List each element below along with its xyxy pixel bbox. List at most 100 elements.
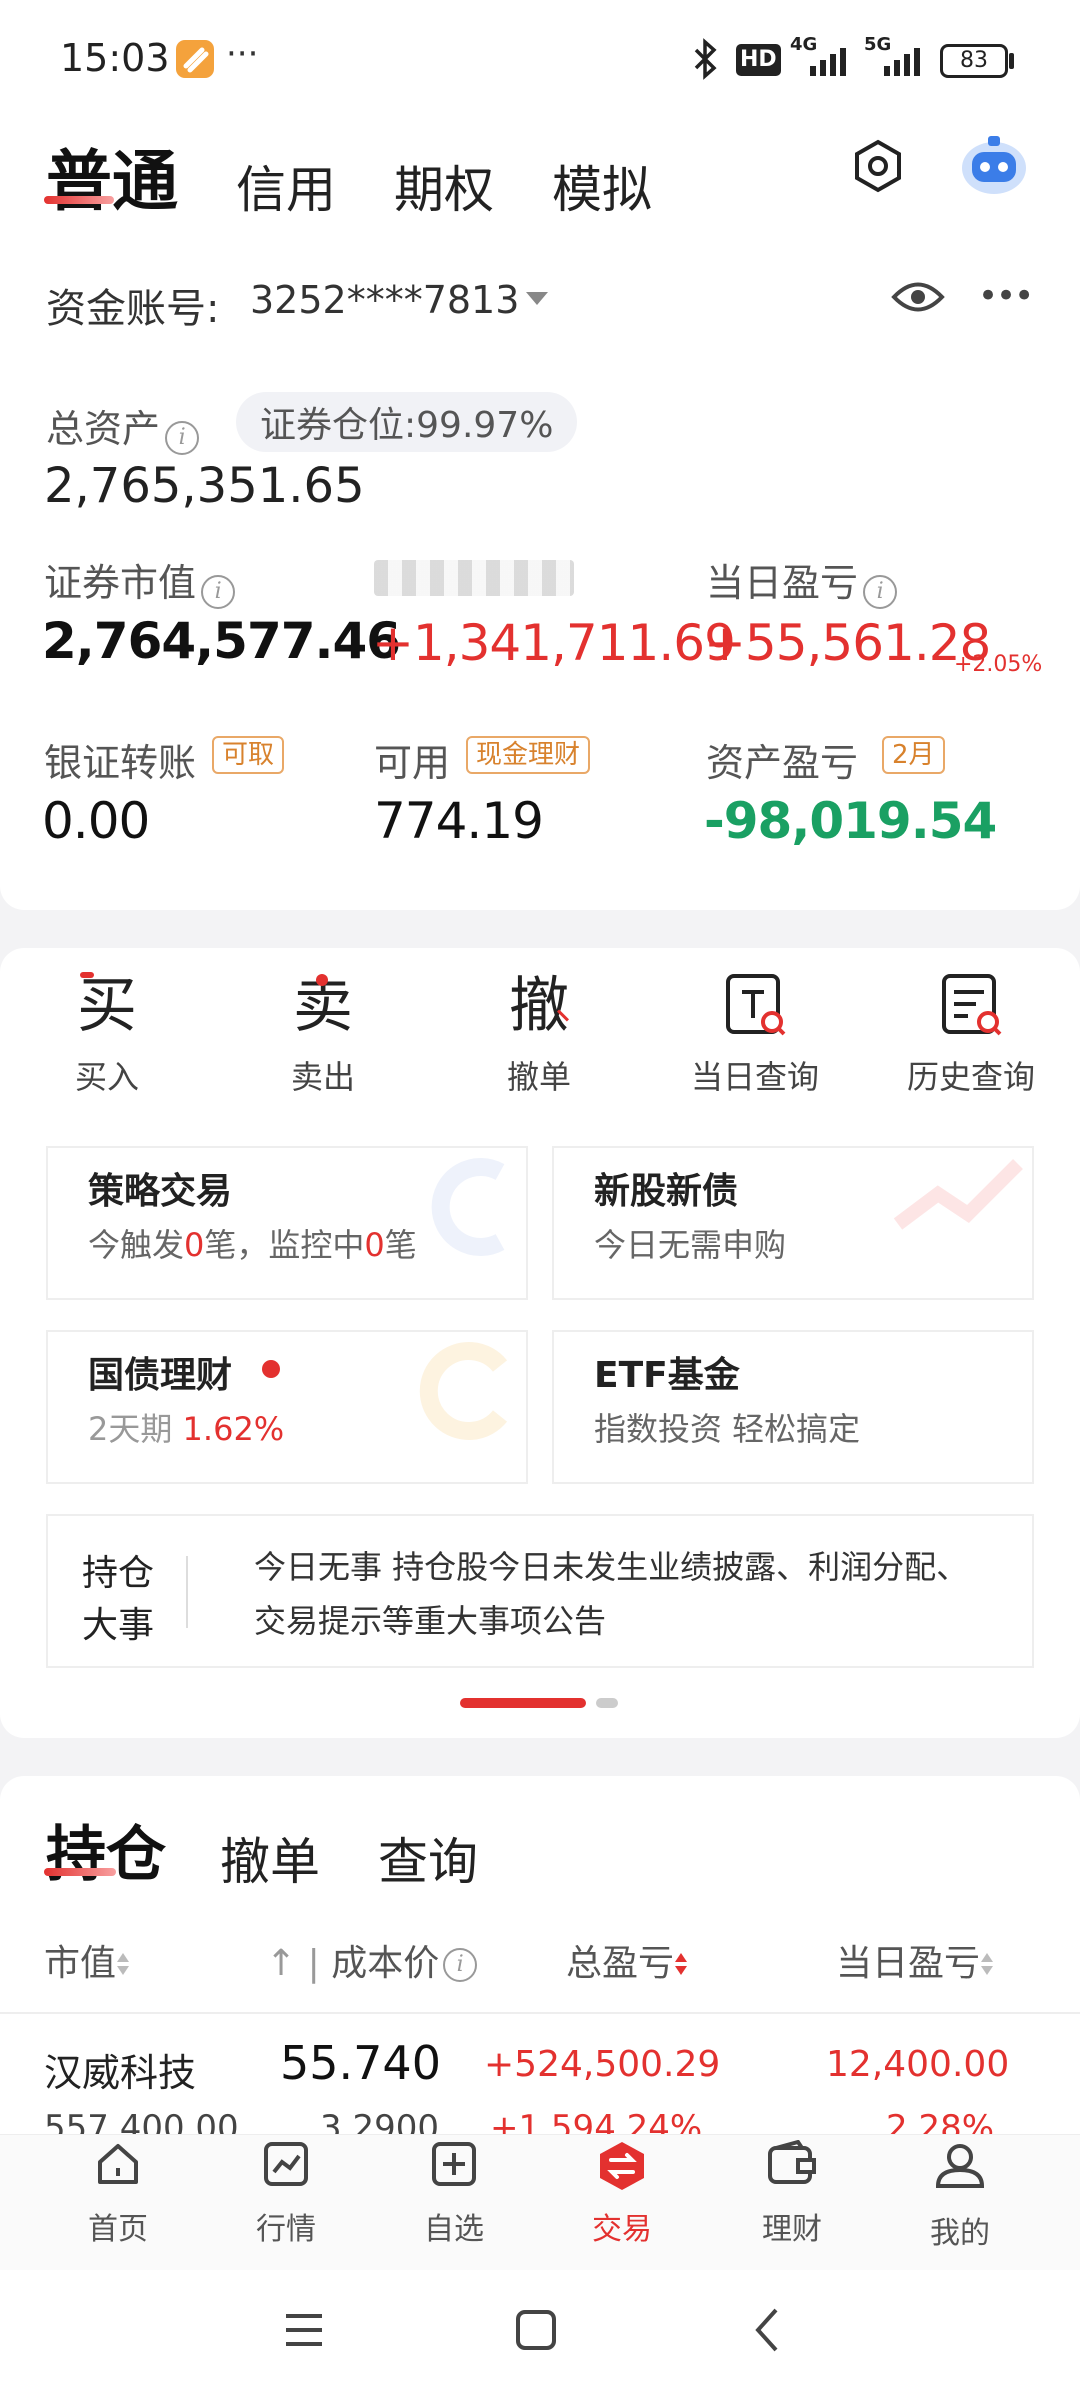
asset-pl-month-tag[interactable]: 2月: [882, 736, 945, 774]
daily-pl-label-text: 当日盈亏: [706, 561, 859, 605]
events-title-line2: 大事: [82, 1605, 155, 1646]
holdings-events-card[interactable]: 持仓 大事 今日无事 持仓股今日未发生业绩披露、利润分配、交易提示等重大事项公告: [46, 1514, 1034, 1668]
carousel-indicator-active: [460, 1698, 586, 1708]
treasury-card[interactable]: 国债理财 2天期 1.62%: [46, 1330, 528, 1484]
robot-assistant-icon[interactable]: [956, 130, 1032, 204]
tab-normal[interactable]: 普通: [46, 128, 178, 224]
holdings-tab-query[interactable]: 查询: [378, 1822, 478, 1894]
today-query-icon: [670, 970, 840, 1042]
eye-icon[interactable]: [890, 274, 946, 324]
menu-icon[interactable]: [282, 2308, 326, 2356]
position-value: 99.97%: [416, 405, 554, 446]
cost-info-icon[interactable]: i: [443, 1948, 478, 1982]
today-query-button[interactable]: 当日查询: [670, 970, 840, 1098]
etf-title: ETF基金: [594, 1355, 740, 1396]
stock-daily-pl-percent: 2.28%: [886, 2108, 995, 2134]
holdings-tab-underline: [44, 1868, 116, 1876]
app-notification-icon: [176, 40, 214, 78]
tab-options[interactable]: 期权: [394, 150, 494, 222]
nav-trade[interactable]: 交易: [552, 2140, 692, 2248]
history-query-button[interactable]: 历史查询: [886, 970, 1056, 1098]
column-cost[interactable]: ↑ | 成本价 i: [266, 1934, 478, 1986]
transfer-label: 银证转账: [44, 741, 197, 785]
cancel-order-label: 撤单: [506, 1058, 571, 1096]
holdings-tab-positions[interactable]: 持仓: [46, 1806, 166, 1893]
bluetooth-icon: [692, 38, 720, 84]
daily-pl-label: 当日盈亏 i: [706, 552, 898, 609]
sell-button[interactable]: 卖 卖出: [238, 970, 408, 1098]
holdings-tab-cancel[interactable]: 撤单: [220, 1822, 320, 1894]
available-tag[interactable]: 现金理财: [466, 736, 591, 774]
home-icon: [98, 2144, 138, 2184]
carousel-indicator: [596, 1698, 618, 1708]
settings-hexagon-icon[interactable]: [850, 138, 906, 198]
position-pill: 证券仓位:99.97%: [236, 392, 578, 452]
more-options-icon[interactable]: •••: [978, 276, 1034, 316]
history-query-label: 历史查询: [906, 1058, 1035, 1096]
home-square-icon[interactable]: [514, 2308, 558, 2356]
nav-home-label: 首页: [88, 2212, 148, 2247]
market-value: 2,764,577.46: [42, 612, 401, 670]
column-total-pl[interactable]: 总盈亏: [566, 1934, 688, 1986]
floating-pl-label-redacted: [374, 560, 574, 596]
nav-watchlist[interactable]: 自选: [384, 2140, 524, 2248]
column-daily-pl[interactable]: 当日盈亏: [836, 1934, 994, 1986]
market-value-info-icon[interactable]: i: [201, 574, 236, 609]
transfer-tag[interactable]: 可取: [212, 736, 285, 774]
buy-button[interactable]: 买 买入: [22, 970, 192, 1098]
total-assets-label-text: 总资产: [46, 407, 161, 451]
treasury-subtitle: 2天期 1.62%: [88, 1404, 284, 1450]
column-market-value[interactable]: 市值: [44, 1934, 130, 1986]
asset-pl-value: -98,019.54: [704, 792, 997, 850]
nav-wealth-label: 理财: [762, 2212, 822, 2247]
position-label: 证券仓位:: [260, 405, 417, 446]
stock-total-pl: +524,500.29: [484, 2044, 721, 2085]
etf-subtitle: 指数投资 轻松搞定: [594, 1410, 861, 1448]
treasury-hot-dot: [262, 1360, 280, 1378]
treasury-watermark-icon: [419, 1342, 508, 1440]
tab-simulation[interactable]: 模拟: [552, 150, 652, 222]
strategy-sub-b: 笔，监控中: [204, 1226, 365, 1264]
nav-wealth[interactable]: 理财: [722, 2139, 862, 2248]
nav-profile-label: 我的: [930, 2216, 990, 2251]
table-row[interactable]: 汉威科技 55.740 +524,500.29 12,400.00 557,40…: [0, 2014, 1080, 2134]
daily-pl-info-icon[interactable]: i: [863, 574, 898, 609]
events-text: 今日无事 持仓股今日未发生业绩披露、利润分配、交易提示等重大事项公告: [254, 1548, 969, 1640]
history-query-icon: [886, 970, 1056, 1042]
cancel-order-button[interactable]: 撤 撤单: [454, 970, 624, 1098]
events-divider: [186, 1556, 188, 1628]
sell-icon-accent: [316, 974, 328, 986]
cancel-order-icon: 撤: [509, 971, 569, 1041]
strategy-trading-card[interactable]: 策略交易 今触发0笔，监控中0笔: [46, 1146, 528, 1300]
nav-profile[interactable]: 我的: [890, 2140, 1030, 2252]
column-cost-label: 成本价: [331, 1943, 440, 1984]
floating-pl-value: +1,341,711.69: [372, 614, 736, 672]
tab-normal-label: 普通: [46, 143, 178, 220]
signal-4g-icon: [808, 46, 850, 80]
add-watchlist-icon: [432, 2142, 476, 2186]
battery-level: 83: [960, 48, 988, 73]
daily-pl-value: +55,561.28: [704, 614, 991, 672]
account-number[interactable]: 3252****7813: [250, 278, 519, 322]
nav-market[interactable]: 行情: [216, 2140, 356, 2248]
strategy-trigger-count: 0: [184, 1226, 205, 1264]
trade-icon: [600, 2142, 644, 2190]
tab-credit[interactable]: 信用: [236, 150, 336, 222]
buy-label: 买入: [74, 1058, 139, 1096]
status-more-dots: ···: [226, 34, 259, 74]
nav-watchlist-label: 自选: [424, 2212, 484, 2247]
account-dropdown-icon[interactable]: [526, 292, 548, 305]
sort-icon: [980, 1951, 994, 1979]
treasury-title: 国债理财: [88, 1355, 233, 1396]
etf-card[interactable]: ETF基金 指数投资 轻松搞定: [552, 1330, 1034, 1484]
ipo-card[interactable]: 新股新债 今日无需申购: [552, 1146, 1034, 1300]
ipo-title: 新股新债: [594, 1171, 739, 1212]
buy-icon-accent: [80, 972, 94, 978]
strategy-sub-c: 笔: [384, 1226, 417, 1264]
total-assets-info-icon[interactable]: i: [165, 420, 200, 455]
back-icon[interactable]: [746, 2306, 790, 2358]
events-title-line1: 持仓: [82, 1553, 155, 1594]
total-assets-label: 总资产 i: [46, 398, 200, 455]
nav-home[interactable]: 首页: [48, 2140, 188, 2248]
today-query-label: 当日查询: [690, 1058, 819, 1096]
